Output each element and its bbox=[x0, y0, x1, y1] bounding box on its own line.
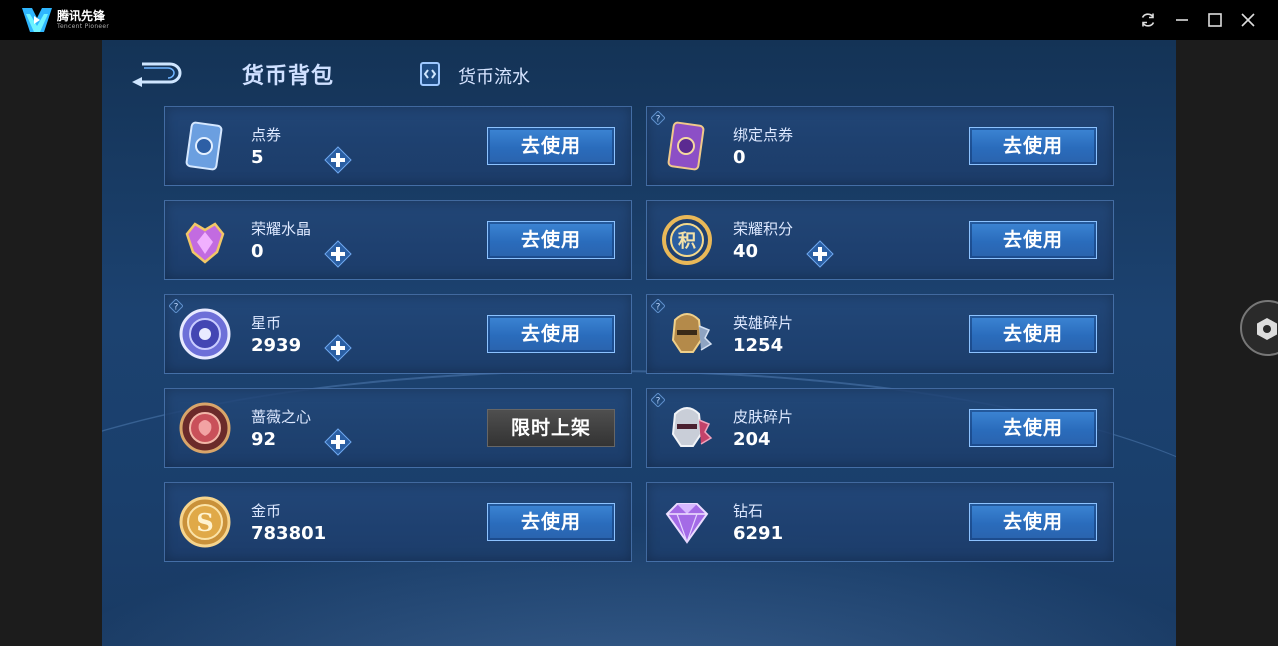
use-button[interactable]: 去使用 bbox=[487, 221, 615, 259]
currency-name: 英雄碎片 bbox=[733, 314, 794, 332]
currency-name: 钻石 bbox=[733, 502, 764, 520]
use-button[interactable]: 去使用 bbox=[487, 503, 615, 541]
tab-currency-flow-label: 货币流水 bbox=[458, 67, 530, 88]
currency-flow-icon bbox=[420, 62, 440, 86]
add-icon[interactable] bbox=[323, 333, 353, 363]
use-button[interactable]: 去使用 bbox=[969, 315, 1097, 353]
use-button[interactable]: 去使用 bbox=[487, 127, 615, 165]
close-icon bbox=[1241, 13, 1255, 27]
star-coin-icon bbox=[179, 308, 231, 360]
currency-amount: 1254 bbox=[733, 335, 784, 356]
currency-amount: 92 bbox=[251, 429, 277, 450]
rose-heart-icon bbox=[179, 402, 231, 454]
currency-name: 荣耀积分 bbox=[733, 220, 794, 238]
currency-card-coupon: 点券 5 去使用 bbox=[164, 106, 632, 186]
currency-name: 点券 bbox=[251, 126, 282, 144]
coupon-card-icon bbox=[185, 121, 223, 171]
currency-amount: 6291 bbox=[733, 523, 784, 544]
bound-coupon-card-icon bbox=[667, 121, 705, 171]
diamond-icon bbox=[665, 503, 709, 544]
refresh-button[interactable] bbox=[1138, 10, 1158, 30]
tencent-pioneer-logo bbox=[22, 8, 52, 32]
app-brand-subtitle: Tencent Pioneer bbox=[57, 23, 110, 30]
currency-amount: 783801 bbox=[251, 523, 327, 544]
currency-amount: 5 bbox=[251, 147, 264, 168]
tab-currency-bag[interactable]: 货币背包 bbox=[242, 58, 334, 90]
currency-card-skin-fragment: ? 皮肤碎片 204 去使用 bbox=[646, 388, 1114, 468]
app-brand-name: 腾讯先锋 bbox=[57, 9, 106, 23]
refresh-icon bbox=[1141, 13, 1155, 27]
game-screen: 货币背包 货币流水 点券 5 去使用 ? 绑定点券 0 去使用 荣耀水晶 0 去… bbox=[102, 40, 1176, 646]
add-icon[interactable] bbox=[323, 427, 353, 457]
use-button[interactable]: 去使用 bbox=[969, 503, 1097, 541]
currency-amount: 0 bbox=[251, 241, 264, 262]
currency-name: 皮肤碎片 bbox=[733, 408, 794, 426]
limited-time-button: 限时上架 bbox=[487, 409, 615, 447]
currency-amount: 204 bbox=[733, 429, 771, 450]
currency-card-star-coin: ? 星币 2939 去使用 bbox=[164, 294, 632, 374]
currency-name: 星币 bbox=[251, 314, 282, 332]
currency-amount: 2939 bbox=[251, 335, 302, 356]
currency-amount: 0 bbox=[733, 147, 746, 168]
use-button[interactable]: 去使用 bbox=[969, 127, 1097, 165]
maximize-icon bbox=[1208, 13, 1222, 27]
currency-card-diamond: 钻石 6291 去使用 bbox=[646, 482, 1114, 562]
close-button[interactable] bbox=[1238, 10, 1258, 30]
currency-amount: 40 bbox=[733, 241, 759, 262]
currency-card-rose-heart: 蔷薇之心 92 限时上架 bbox=[164, 388, 632, 468]
hexagon-icon bbox=[1257, 318, 1277, 340]
currency-name: 荣耀水晶 bbox=[251, 220, 312, 238]
add-icon[interactable] bbox=[323, 239, 353, 269]
currency-card-bound-coupon: ? 绑定点券 0 去使用 bbox=[646, 106, 1114, 186]
currency-card-glory-points: 积 荣耀积分 40 去使用 bbox=[646, 200, 1114, 280]
use-button[interactable]: 去使用 bbox=[969, 409, 1097, 447]
back-arrow-icon[interactable] bbox=[128, 58, 184, 88]
hero-fragment-icon bbox=[671, 313, 713, 353]
maximize-button[interactable] bbox=[1205, 10, 1225, 30]
add-icon[interactable] bbox=[805, 239, 835, 269]
glory-points-icon: 积 bbox=[662, 215, 712, 265]
skin-fragment-icon bbox=[671, 407, 713, 447]
currency-name: 金币 bbox=[251, 502, 282, 520]
currency-name: 绑定点券 bbox=[733, 126, 794, 144]
currency-card-gold-coin: S 金币 783801 去使用 bbox=[164, 482, 632, 562]
minimize-button[interactable] bbox=[1172, 10, 1192, 30]
gold-coin-icon: S bbox=[179, 496, 231, 548]
glory-crystal-icon bbox=[185, 222, 225, 264]
minimize-icon bbox=[1176, 19, 1188, 21]
currency-card-hero-fragment: ? 英雄碎片 1254 去使用 bbox=[646, 294, 1114, 374]
add-icon[interactable] bbox=[323, 145, 353, 175]
window-title-bar: 腾讯先锋 Tencent Pioneer bbox=[0, 0, 1278, 40]
currency-name: 蔷薇之心 bbox=[251, 408, 312, 426]
use-button[interactable]: 去使用 bbox=[969, 221, 1097, 259]
currency-card-glory-crystal: 荣耀水晶 0 去使用 bbox=[164, 200, 632, 280]
svg-text:积: 积 bbox=[678, 231, 696, 252]
svg-text:S: S bbox=[196, 508, 213, 537]
left-gutter bbox=[0, 40, 102, 646]
use-button[interactable]: 去使用 bbox=[487, 315, 615, 353]
